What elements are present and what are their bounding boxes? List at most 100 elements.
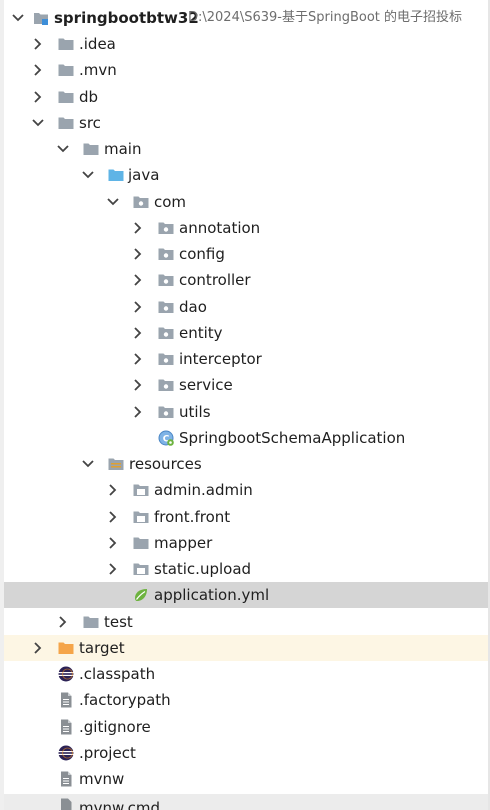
chevron-right-icon[interactable]: [30, 635, 46, 661]
text-file-icon: [58, 798, 74, 810]
tree-label-admin: admin.admin: [154, 481, 253, 499]
tree-row-mapper[interactable]: mapper: [4, 530, 490, 556]
package-icon: [158, 272, 174, 288]
tree-row-controller[interactable]: controller: [4, 267, 490, 293]
tree-label-mvnw-cmd: mvnw.cmd: [79, 799, 161, 810]
tree-row-mvnw-cmd[interactable]: mvnw.cmd: [4, 794, 490, 810]
tree-row-java[interactable]: java: [4, 162, 490, 188]
tree-label-static: static.upload: [154, 560, 252, 578]
package-icon: [133, 194, 149, 210]
chevron-right-icon[interactable]: [55, 609, 71, 635]
tree-row-project-file[interactable]: .project: [4, 740, 490, 766]
chevron-right-icon[interactable]: [105, 556, 121, 582]
text-file-icon: [58, 771, 74, 787]
tree-row-gitignore[interactable]: .gitignore: [4, 714, 490, 740]
chevron-right-icon[interactable]: [130, 241, 146, 267]
package-icon: [158, 404, 174, 420]
tree-row-admin[interactable]: admin.admin: [4, 477, 490, 503]
project-path: D:\2024\S639-基于SpringBoot 的电子招投标: [188, 10, 462, 25]
chevron-right-icon[interactable]: [30, 31, 46, 57]
tree-row-src[interactable]: src: [4, 110, 490, 136]
folder-icon: [58, 89, 74, 105]
tree-row-test[interactable]: test: [4, 609, 490, 635]
tree-label-factorypath: .factorypath: [79, 691, 171, 709]
tree-label-mvn: .mvn: [79, 61, 117, 79]
tree-row-classpath[interactable]: .classpath: [4, 661, 490, 687]
package-icon: [158, 325, 174, 341]
tree-row-mvn[interactable]: .mvn: [4, 57, 490, 83]
folder-icon: [58, 62, 74, 78]
tree-label-main: main: [104, 140, 142, 158]
chevron-down-icon[interactable]: [30, 110, 46, 136]
source-folder-icon: [108, 167, 124, 183]
chevron-down-icon[interactable]: [105, 189, 121, 215]
tree-label-gitignore: .gitignore: [79, 718, 151, 736]
chevron-right-icon[interactable]: [105, 504, 121, 530]
tree-row-config[interactable]: config: [4, 241, 490, 267]
tree-row-utils[interactable]: utils: [4, 399, 490, 425]
tree-label-com: com: [154, 193, 187, 211]
tree-label-dao: dao: [179, 298, 207, 316]
chevron-right-icon[interactable]: [130, 267, 146, 293]
folder-icon: [133, 535, 149, 551]
tree-row-resources[interactable]: resources: [4, 451, 490, 477]
tree-row-service[interactable]: service: [4, 372, 490, 398]
tree-label-java: java: [128, 166, 160, 184]
chevron-down-icon[interactable]: [55, 136, 71, 162]
chevron-right-icon[interactable]: [130, 399, 146, 425]
chevron-right-icon[interactable]: [130, 346, 146, 372]
folder-icon: [133, 561, 149, 577]
folder-icon: [133, 482, 149, 498]
tree-label-db: db: [79, 88, 99, 106]
tree-row-application-yml[interactable]: application.yml: [4, 582, 490, 608]
tree-row-idea[interactable]: .idea: [4, 31, 490, 57]
chevron-right-icon[interactable]: [130, 294, 146, 320]
chevron-right-icon[interactable]: [130, 372, 146, 398]
tree-label-resources: resources: [129, 455, 202, 473]
tree-row-entity[interactable]: entity: [4, 320, 490, 346]
tree-label-target: target: [79, 639, 125, 657]
tree-row-project-root[interactable]: springbootbtw32 D:\2024\S639-基于SpringBoo…: [4, 5, 490, 31]
tree-row-interceptor[interactable]: interceptor: [4, 346, 490, 372]
tree-label-application-class: SpringbootSchemaApplication: [179, 429, 406, 447]
folder-icon: [58, 115, 74, 131]
tree-row-target[interactable]: target: [4, 635, 490, 661]
chevron-right-icon[interactable]: [130, 320, 146, 346]
tree-label-annotation: annotation: [179, 219, 261, 237]
tree-label-entity: entity: [179, 324, 223, 342]
folder-icon: [83, 614, 99, 630]
text-file-icon: [58, 692, 74, 708]
tree-label-front: front.front: [154, 508, 231, 526]
package-icon: [158, 220, 174, 236]
module-icon: [33, 10, 49, 26]
tree-row-annotation[interactable]: annotation: [4, 215, 490, 241]
tree-row-factorypath[interactable]: .factorypath: [4, 687, 490, 713]
tree-label-service: service: [179, 376, 233, 394]
tree-row-db[interactable]: db: [4, 84, 490, 110]
tree-label-utils: utils: [179, 403, 211, 421]
tree-row-static[interactable]: static.upload: [4, 556, 490, 582]
chevron-right-icon[interactable]: [30, 57, 46, 83]
eclipse-file-icon: [58, 666, 74, 682]
tree-row-main[interactable]: main: [4, 136, 490, 162]
chevron-down-icon[interactable]: [80, 451, 96, 477]
tree-label-interceptor: interceptor: [179, 350, 262, 368]
package-icon: [158, 299, 174, 315]
chevron-down-icon[interactable]: [80, 162, 96, 188]
tree-row-mvnw[interactable]: mvnw: [4, 766, 490, 792]
chevron-right-icon[interactable]: [105, 530, 121, 556]
tree-label-src: src: [79, 114, 101, 132]
folder-icon: [58, 36, 74, 52]
tree-row-front[interactable]: front.front: [4, 504, 490, 530]
chevron-right-icon[interactable]: [130, 215, 146, 241]
chevron-down-icon[interactable]: [10, 5, 26, 31]
tree-row-dao[interactable]: dao: [4, 294, 490, 320]
chevron-right-icon[interactable]: [30, 84, 46, 110]
project-tree: springbootbtw32 D:\2024\S639-基于SpringBoo…: [0, 0, 490, 810]
chevron-right-icon[interactable]: [105, 477, 121, 503]
project-name: springbootbtw32: [54, 9, 199, 27]
tree-row-com[interactable]: com: [4, 189, 490, 215]
tree-row-application-class[interactable]: C SpringbootSchemaApplication: [4, 425, 490, 451]
tree-label-test: test: [104, 613, 133, 631]
tree-label-project-file: .project: [79, 744, 136, 762]
